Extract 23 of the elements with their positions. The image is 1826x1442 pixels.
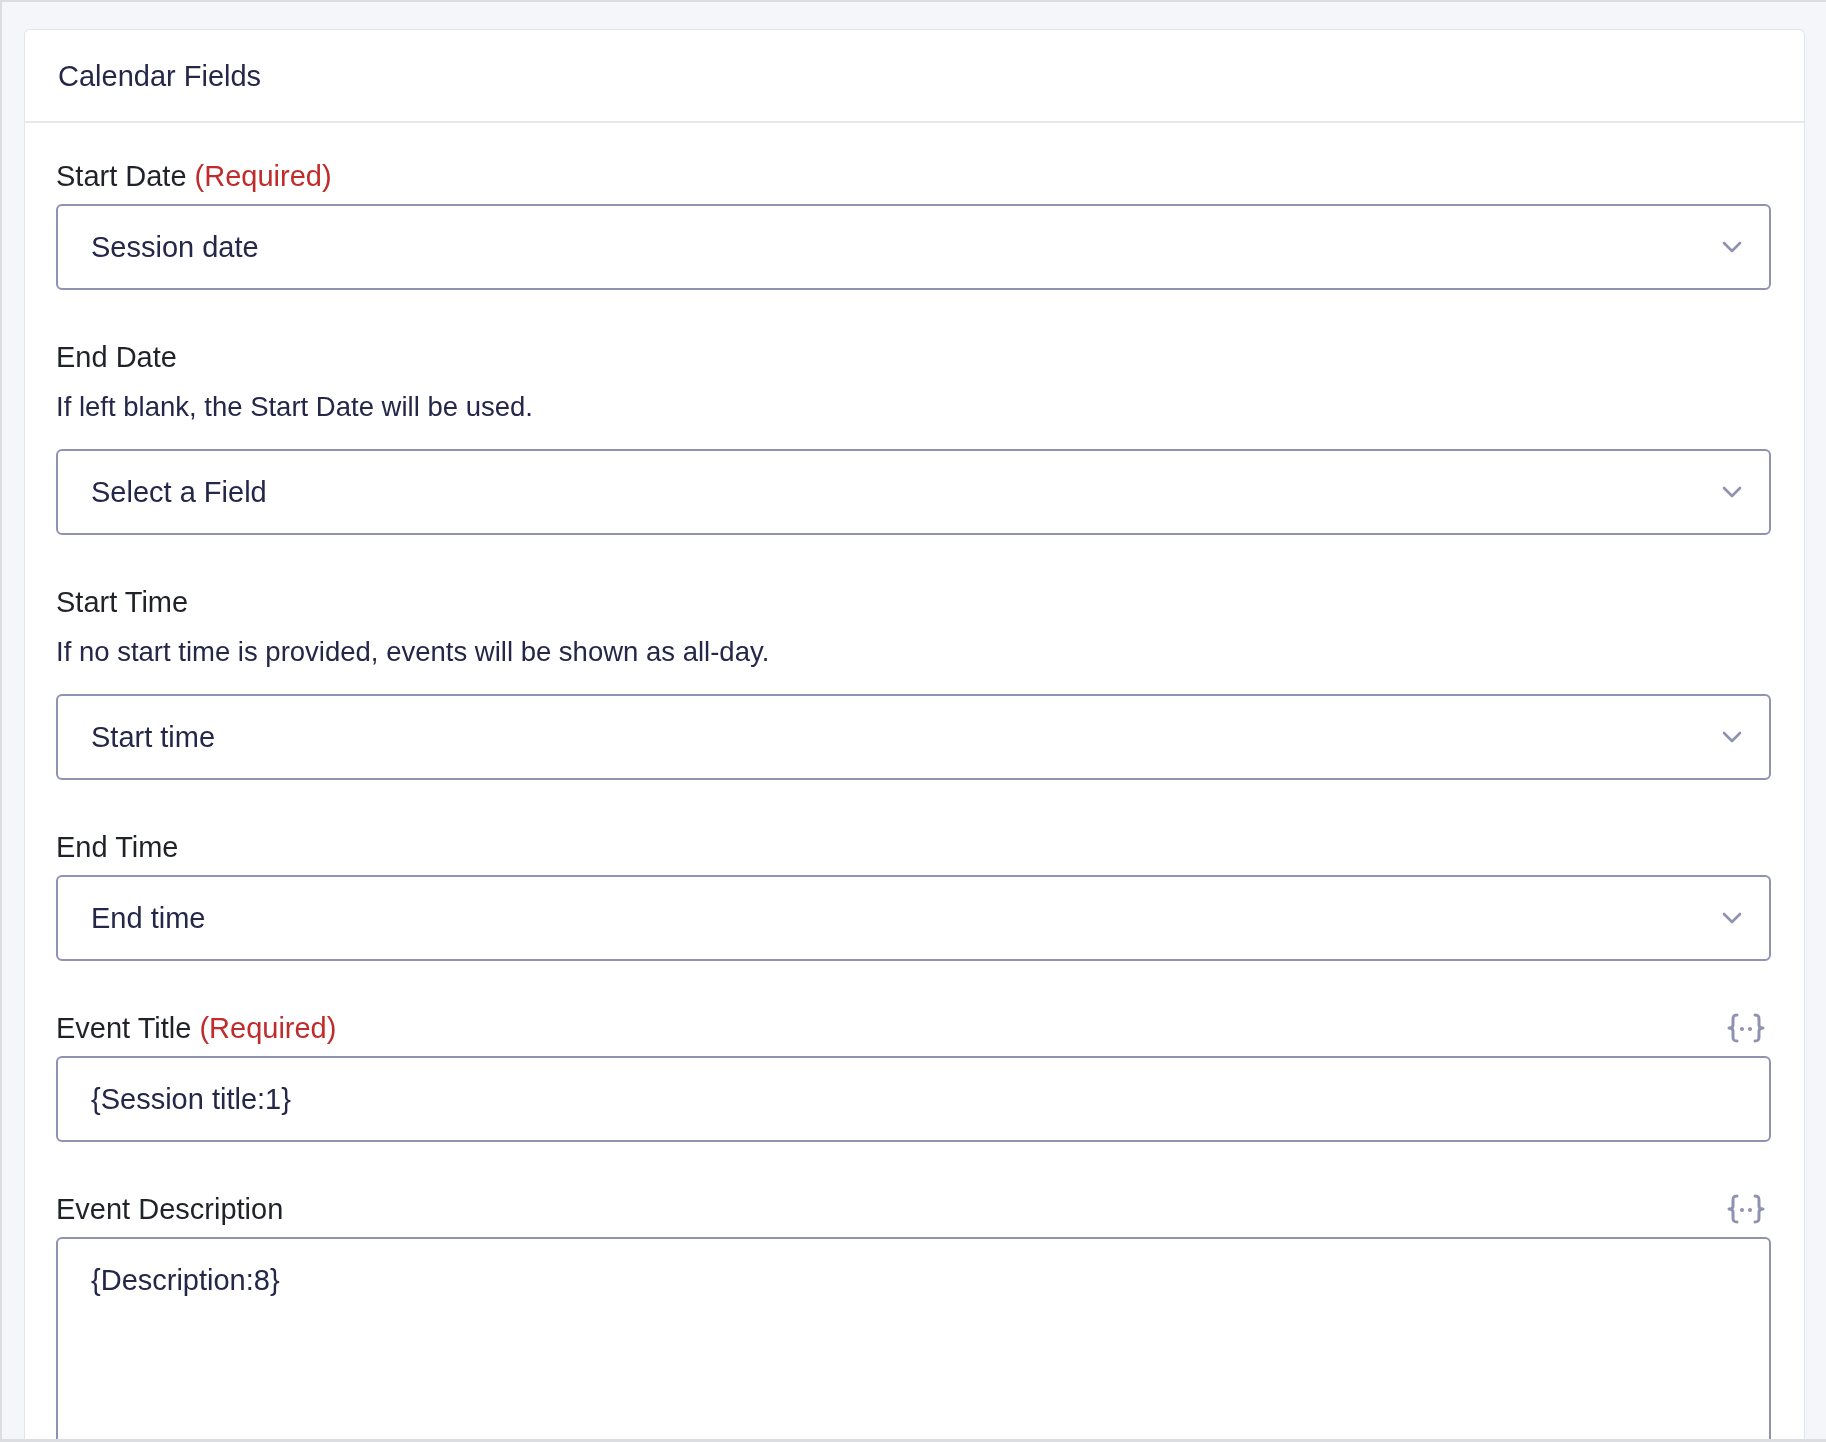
chevron-down-icon xyxy=(1722,912,1742,924)
required-marker: (Required) xyxy=(194,159,332,193)
select-field[interactable]: Select a Field xyxy=(56,449,1771,535)
required-marker: (Required) xyxy=(199,1011,337,1045)
field-label: Event Description xyxy=(56,1192,284,1226)
select-field[interactable]: Start time xyxy=(56,694,1771,780)
field-label: Event Title xyxy=(56,1011,192,1045)
braces-icon[interactable] xyxy=(1727,1013,1765,1043)
field-description: If left blank, the Start Date will be used. xyxy=(56,392,533,422)
panel-title: Calendar Fields xyxy=(58,58,262,93)
select-field[interactable]: Session date xyxy=(56,204,1771,290)
braces-icon[interactable] xyxy=(1727,1194,1765,1224)
chevron-down-icon xyxy=(1722,731,1742,743)
field-label: End Time xyxy=(56,830,179,864)
select-field[interactable]: End time xyxy=(56,875,1771,961)
chevron-down-icon xyxy=(1722,241,1742,253)
field-label: Start Time xyxy=(56,585,189,619)
field-label: Start Date xyxy=(56,159,187,193)
field-label: End Date xyxy=(56,340,177,374)
chevron-down-icon xyxy=(1722,486,1742,498)
textarea-field[interactable]: {Description:8} xyxy=(56,1237,1771,1439)
field-description: If no start time is provided, events will be shown as all-day. xyxy=(56,637,770,667)
text-input-field[interactable]: {Session title:1} xyxy=(56,1056,1771,1142)
